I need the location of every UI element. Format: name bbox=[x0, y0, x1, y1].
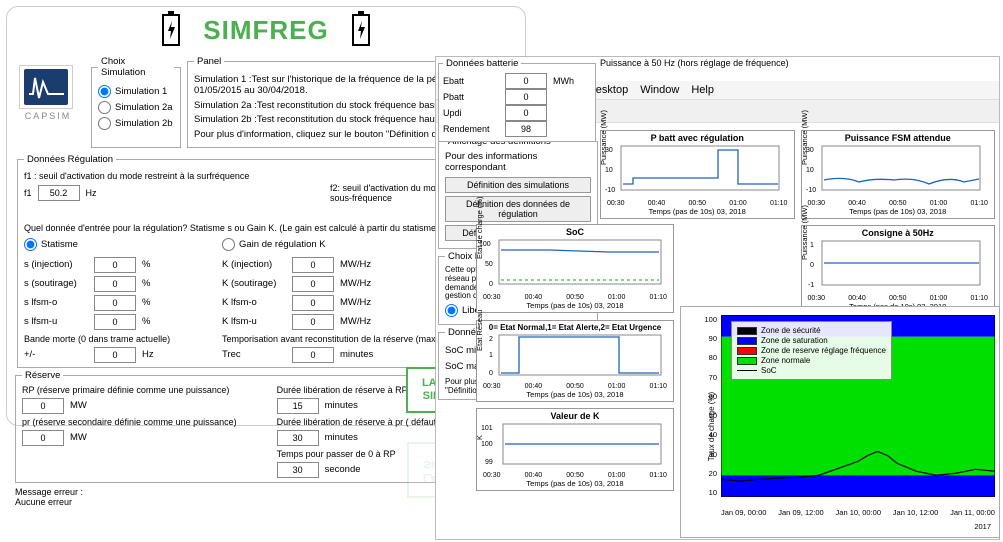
chart-soc-small: SoC Etat de charge (%) 100500 00:3000:40… bbox=[476, 224, 674, 313]
pbatt-input[interactable] bbox=[505, 89, 547, 105]
title-bar: SIMFREG bbox=[15, 11, 517, 50]
svg-text:0: 0 bbox=[489, 370, 493, 377]
svg-text:99: 99 bbox=[485, 459, 493, 466]
app-title: SIMFREG bbox=[203, 15, 328, 46]
svg-text:100: 100 bbox=[481, 441, 493, 448]
battery-icon bbox=[349, 11, 373, 50]
big-xticks: Jan 09, 00:00Jan 09, 12:00Jan 10, 00:00J… bbox=[721, 508, 995, 517]
svg-text:-10: -10 bbox=[605, 187, 615, 194]
puissance-50hz-label: Puissance à 50 Hz (hors réglage de fréqu… bbox=[600, 58, 789, 68]
big-yticks: 100908070605040302010 bbox=[687, 315, 717, 497]
temps-passer-input[interactable] bbox=[277, 462, 319, 478]
trec-input[interactable] bbox=[292, 347, 334, 363]
choix-simulation-group: Choix Simulation Simulation 1 Simulation… bbox=[91, 56, 181, 148]
svg-text:-10: -10 bbox=[806, 187, 816, 194]
svg-text:10: 10 bbox=[806, 167, 814, 174]
svg-text:1: 1 bbox=[489, 352, 493, 359]
sim2a-radio[interactable]: Simulation 2a bbox=[98, 101, 174, 114]
sim1-radio[interactable]: Simulation 1 bbox=[98, 85, 174, 98]
def-reg-button[interactable]: Définition des données de régulation bbox=[445, 196, 591, 222]
ebatt-input[interactable] bbox=[505, 73, 547, 89]
chart-consigne: Consigne à 50Hz Puissance (MW) 10-1 00:3… bbox=[801, 225, 996, 314]
svg-text:1: 1 bbox=[810, 242, 814, 249]
dur-pr-input[interactable] bbox=[277, 430, 319, 446]
chart-etat-reseau: 0= Etat Normal,1= Etat Alerte,2= Etat Ur… bbox=[476, 320, 674, 402]
svg-text:-1: -1 bbox=[808, 282, 814, 289]
svg-text:50: 50 bbox=[485, 261, 493, 268]
panel-legend: Panel bbox=[194, 56, 224, 67]
legend: Zone de sécurité Zone de saturation Zone… bbox=[731, 321, 892, 380]
donnees-batterie: Données batterie EbattMWh Pbatt Updi Ren… bbox=[438, 58, 596, 142]
pr-input[interactable] bbox=[22, 430, 64, 446]
s-injection-input[interactable] bbox=[94, 257, 136, 273]
battery-icon bbox=[159, 11, 183, 50]
s-soutirage-input[interactable] bbox=[94, 276, 136, 292]
chart-fsm: Puissance FSM attendue Puissance (MW) 30… bbox=[801, 130, 996, 219]
chart-soc-zones: Taux de charge (%) 100908070605040302010… bbox=[680, 306, 1000, 538]
rendement-input[interactable] bbox=[505, 121, 547, 137]
svg-text:0: 0 bbox=[810, 262, 814, 269]
capsim-logo bbox=[19, 65, 73, 109]
svg-text:10: 10 bbox=[605, 167, 613, 174]
k-soutirage-input[interactable] bbox=[292, 276, 334, 292]
k-lfsmu-input[interactable] bbox=[292, 314, 334, 330]
f1-input[interactable] bbox=[38, 185, 80, 201]
dur-rp-input[interactable] bbox=[277, 398, 319, 414]
sim2b-radio[interactable]: Simulation 2b bbox=[98, 117, 174, 130]
choix-sim-legend: Choix Simulation bbox=[98, 56, 174, 78]
f1-label: f1 : seuil d'activation du mode restrein… bbox=[24, 171, 249, 181]
error-text: Aucune erreur bbox=[15, 497, 72, 507]
menu-window[interactable]: Window bbox=[640, 84, 679, 96]
capsim-text: CAPSIM bbox=[19, 111, 77, 121]
statisme-radio[interactable]: Statisme bbox=[24, 238, 182, 251]
svg-text:0: 0 bbox=[489, 281, 493, 288]
updi-input[interactable] bbox=[505, 105, 547, 121]
k-lfsmo-input[interactable] bbox=[292, 295, 334, 311]
s-lfsmo-input[interactable] bbox=[94, 295, 136, 311]
menu-help[interactable]: Help bbox=[691, 84, 714, 96]
gain-k-radio[interactable]: Gain de régulation K bbox=[222, 238, 380, 251]
svg-text:101: 101 bbox=[481, 425, 493, 432]
chart-valeur-k: Valeur de K K 10110099 00:3000:4000:5001… bbox=[476, 408, 674, 491]
rp-input[interactable] bbox=[22, 398, 64, 414]
capsim-logo-block: CAPSIM bbox=[19, 65, 77, 121]
svg-text:2: 2 bbox=[489, 336, 493, 343]
chart-pbatt: P batt avec régulation Puissance (MW) 30… bbox=[600, 130, 795, 219]
bande-morte-input[interactable] bbox=[94, 347, 136, 363]
s-lfsmu-input[interactable] bbox=[94, 314, 136, 330]
k-injection-input[interactable] bbox=[292, 257, 334, 273]
def-sim-button[interactable]: Définition des simulations bbox=[445, 177, 591, 193]
